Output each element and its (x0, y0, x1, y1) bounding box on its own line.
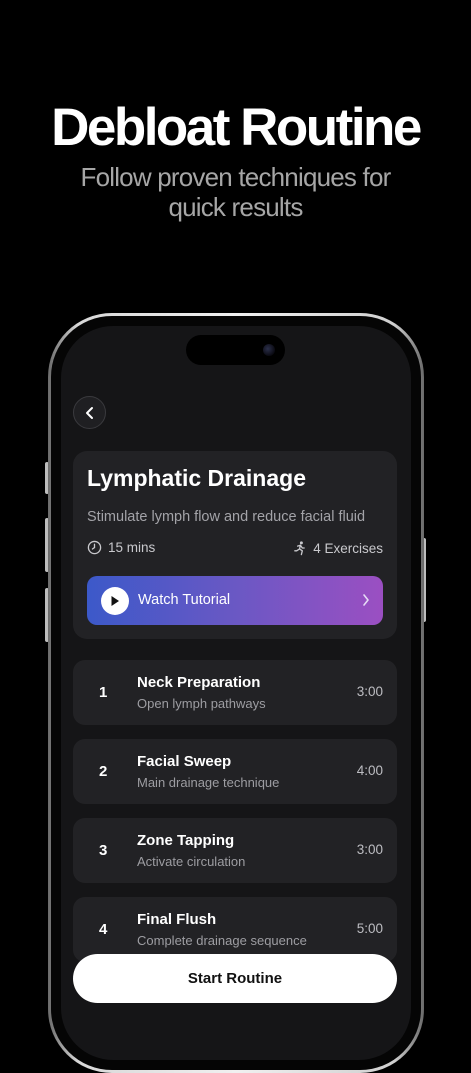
step-title: Zone Tapping (137, 832, 235, 849)
step-number: 3 (99, 842, 108, 859)
watch-tutorial-button[interactable]: Watch Tutorial (87, 576, 383, 625)
step-row[interactable]: 4 Final Flush Complete drainage sequence… (73, 897, 397, 962)
step-row[interactable]: 1 Neck Preparation Open lymph pathways 3… (73, 660, 397, 725)
step-title: Neck Preparation (137, 674, 261, 691)
step-subtitle: Activate circulation (137, 854, 246, 869)
step-title: Final Flush (137, 911, 217, 928)
routine-card: Lymphatic Drainage Stimulate lymph flow … (73, 451, 397, 639)
start-routine-button[interactable]: Start Routine (73, 954, 397, 1003)
duration-meta: 15 mins (87, 540, 155, 555)
step-subtitle: Open lymph pathways (137, 696, 266, 711)
step-row[interactable]: 2 Facial Sweep Main drainage technique 4… (73, 739, 397, 804)
chevron-left-icon (85, 406, 93, 419)
step-title: Facial Sweep (137, 753, 232, 770)
routine-description: Stimulate lymph flow and reduce facial f… (87, 509, 366, 525)
back-button[interactable] (73, 396, 106, 429)
promo-title: Debloat Routine (51, 98, 422, 157)
routine-title: Lymphatic Drainage (87, 465, 306, 491)
clock-icon (87, 540, 102, 555)
step-duration: 3:00 (356, 684, 383, 699)
step-duration: 4:00 (356, 763, 383, 778)
camera-icon (263, 344, 275, 356)
duration-text: 15 mins (108, 540, 156, 555)
step-duration: 3:00 (356, 842, 383, 857)
running-person-icon (294, 541, 306, 556)
step-number: 2 (99, 763, 108, 780)
step-subtitle: Complete drainage sequence (137, 933, 307, 948)
step-number: 4 (99, 921, 108, 938)
step-duration: 5:00 (356, 921, 383, 936)
promo-subtitle-line-2: quick results (168, 192, 303, 222)
exercises-text: 4 Exercises (313, 540, 383, 556)
step-number: 1 (99, 684, 108, 701)
dynamic-island (186, 335, 285, 365)
play-icon (101, 587, 129, 615)
exercises-meta: 4 Exercises (292, 540, 383, 556)
promo-subtitle: Follow proven techniques for quick resul… (0, 162, 471, 222)
step-row[interactable]: 3 Zone Tapping Activate circulation 3:00 (73, 818, 397, 883)
watch-tutorial-label: Watch Tutorial (138, 592, 231, 608)
promo-subtitle-line-1: Follow proven techniques for (80, 162, 391, 192)
step-subtitle: Main drainage technique (137, 775, 280, 790)
chevron-right-icon (363, 594, 369, 606)
